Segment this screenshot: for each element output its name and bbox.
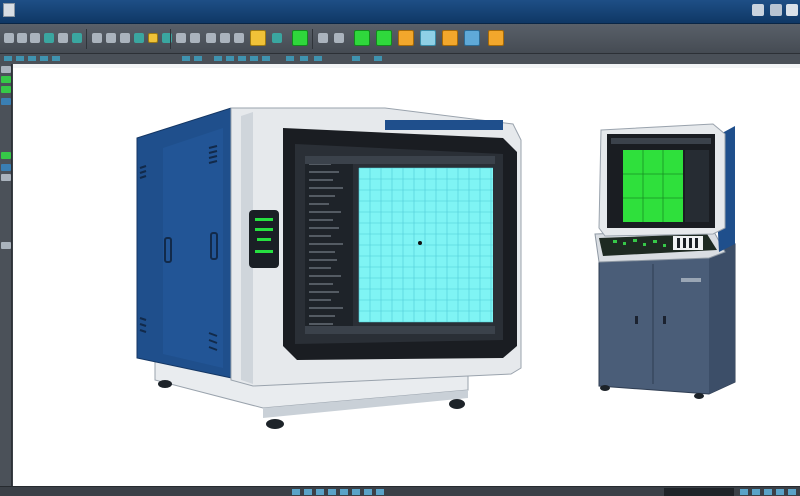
minimize-button[interactable] [752,4,764,16]
scene-icon[interactable] [464,30,480,46]
redo-icon[interactable] [72,33,82,43]
undo-icon[interactable] [58,33,68,43]
page-tab[interactable] [376,489,384,495]
title-bar [0,0,800,24]
panel-tab[interactable] [1,152,11,159]
page-tab[interactable] [316,489,324,495]
distribute-icon[interactable] [220,33,230,43]
zoom-icon[interactable] [318,33,328,43]
tool-icon[interactable] [262,56,270,61]
align-left-icon[interactable] [176,33,186,43]
panel-tab[interactable] [1,164,11,171]
tool-icon[interactable] [226,56,234,61]
illustration-svg [136,107,736,429]
fit-icon[interactable] [752,489,760,495]
tool-icon[interactable] [250,56,258,61]
pan-icon[interactable] [334,33,344,43]
tool-icon[interactable] [374,56,382,61]
render-green-icon[interactable] [354,30,370,46]
copy-icon[interactable] [106,33,116,43]
page-tab[interactable] [304,489,312,495]
paste-icon[interactable] [120,33,130,43]
tool-icon[interactable] [194,56,202,61]
app-window [0,0,800,496]
tool-icon[interactable] [238,56,246,61]
status-bar [0,486,800,496]
page-tab[interactable] [328,489,336,495]
zoom-icon[interactable] [740,489,748,495]
print-icon[interactable] [44,33,54,43]
drawing-canvas[interactable] [13,68,800,486]
small-cabinet[interactable] [594,123,736,399]
tool-icon[interactable] [28,56,36,61]
left-side-panel [0,64,12,486]
page-tab[interactable] [352,489,360,495]
snap-icon[interactable] [776,489,784,495]
page-tab[interactable] [292,489,300,495]
tool-icon[interactable] [286,56,294,61]
settings-icon[interactable] [788,489,796,495]
fill-color-icon[interactable] [250,30,266,46]
tool-icon[interactable] [4,56,12,61]
material-icon[interactable] [398,30,414,46]
tool-icon[interactable] [40,56,48,61]
toolbar-separator [86,29,87,49]
close-button[interactable] [786,4,798,16]
new-icon[interactable] [4,33,14,43]
tool-icon[interactable] [182,56,190,61]
tool-icon[interactable] [352,56,360,61]
panel-tab[interactable] [1,76,11,83]
panel-tab[interactable] [1,242,11,249]
toolbar [0,24,800,54]
light-icon[interactable] [442,30,458,46]
panel-tab[interactable] [1,86,11,93]
open-icon[interactable] [17,33,27,43]
render-view-icon[interactable] [376,30,392,46]
tool-icon[interactable] [300,56,308,61]
tool-icon[interactable] [52,56,60,61]
toolbar-separator [170,29,171,49]
secondary-toolbar [0,54,800,64]
panel-tab[interactable] [1,98,11,105]
layer-icon[interactable] [134,33,144,43]
align-center-icon[interactable] [190,33,200,43]
maximize-button[interactable] [770,4,782,16]
tool-icon[interactable] [16,56,24,61]
save-icon[interactable] [30,33,40,43]
landscape-icon[interactable] [420,30,436,46]
green-fill-icon[interactable] [292,30,308,46]
page-tab[interactable] [340,489,348,495]
tool-icon[interactable] [314,56,322,61]
group-icon[interactable] [234,33,244,43]
toolbar-separator [312,29,313,49]
stroke-icon[interactable] [272,33,282,43]
panel-tab[interactable] [1,66,11,73]
highlight-icon[interactable] [148,33,158,43]
app-icon [3,3,15,17]
cut-icon[interactable] [92,33,102,43]
status-field [664,488,734,496]
align-right-icon[interactable] [206,33,216,43]
tool-icon[interactable] [214,56,222,61]
large-machine[interactable] [136,107,522,429]
grid-icon[interactable] [764,489,772,495]
panel-tab[interactable] [1,174,11,181]
export-icon[interactable] [488,30,504,46]
page-tab[interactable] [364,489,372,495]
